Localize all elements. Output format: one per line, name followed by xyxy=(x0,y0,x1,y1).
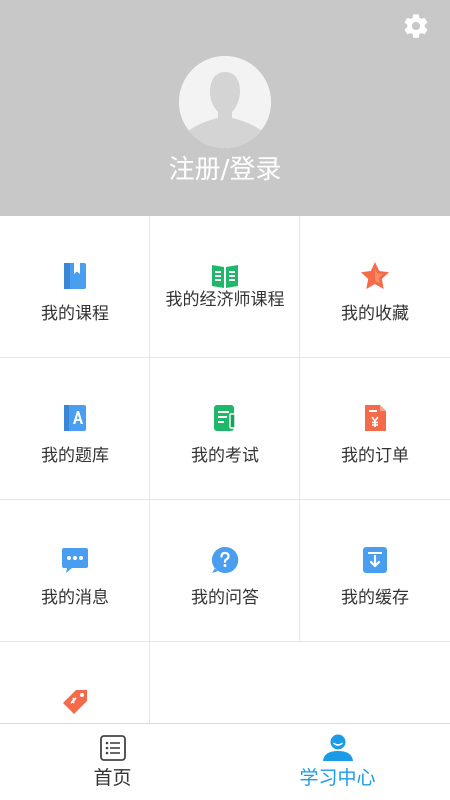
gear-icon[interactable] xyxy=(402,12,430,40)
menu-item-my-qa[interactable]: 我的问答 xyxy=(150,500,300,642)
menu-item-my-question-bank[interactable]: 我的题库 xyxy=(0,358,150,500)
menu-item-my-economist-courses[interactable]: 我的经济师课程 xyxy=(150,216,300,358)
bottom-tab-bar: 首页 学习中心 xyxy=(0,723,450,800)
tab-label: 学习中心 xyxy=(299,767,376,789)
coupon-tag-icon xyxy=(63,690,87,714)
tab-learning-center[interactable]: 学习中心 xyxy=(225,724,450,800)
menu-item-coupons[interactable] xyxy=(0,642,150,724)
menu-item-my-courses[interactable]: 我的课程 xyxy=(0,216,150,358)
menu-item-my-favorites[interactable]: 我的收藏 xyxy=(300,216,450,358)
star-icon xyxy=(361,262,389,289)
download-icon xyxy=(363,547,387,573)
profile-header: 注册/登录 xyxy=(0,0,450,216)
menu-item-label: 我的课程 xyxy=(41,304,109,324)
menu-item-my-orders[interactable]: 我的订单 xyxy=(300,358,450,500)
menu-item-my-messages[interactable]: 我的消息 xyxy=(0,500,150,642)
tab-label: 首页 xyxy=(93,767,132,789)
tab-home[interactable]: 首页 xyxy=(0,724,225,800)
menu-item-label: 我的经济师课程 xyxy=(165,290,285,310)
message-bubble-icon xyxy=(62,548,88,573)
menu-item-label: 我的题库 xyxy=(41,446,109,466)
exam-paper-icon xyxy=(214,405,236,431)
menu-grid: 我的课程 我的经济师课程 我的收藏 我的题库 我的考试 我的订单 我的消息 我的… xyxy=(0,216,450,724)
user-center-icon xyxy=(323,734,353,761)
menu-item-label: 我的考试 xyxy=(191,446,259,466)
menu-item-label: 我的消息 xyxy=(41,588,109,608)
avatar[interactable] xyxy=(179,56,271,148)
question-bank-icon xyxy=(64,405,86,431)
avatar-placeholder-icon xyxy=(179,56,271,148)
login-register-link[interactable]: 注册/登录 xyxy=(0,150,450,190)
menu-item-label: 我的缓存 xyxy=(341,588,409,608)
order-receipt-icon xyxy=(365,405,386,431)
question-icon xyxy=(211,546,239,573)
home-list-icon xyxy=(100,735,126,761)
book-bookmark-icon xyxy=(64,263,86,289)
menu-item-label: 我的订单 xyxy=(341,446,409,466)
menu-item-label: 我的收藏 xyxy=(341,304,409,324)
menu-item-my-cache[interactable]: 我的缓存 xyxy=(300,500,450,642)
menu-item-label: 我的问答 xyxy=(191,588,259,608)
menu-item-my-exams[interactable]: 我的考试 xyxy=(150,358,300,500)
